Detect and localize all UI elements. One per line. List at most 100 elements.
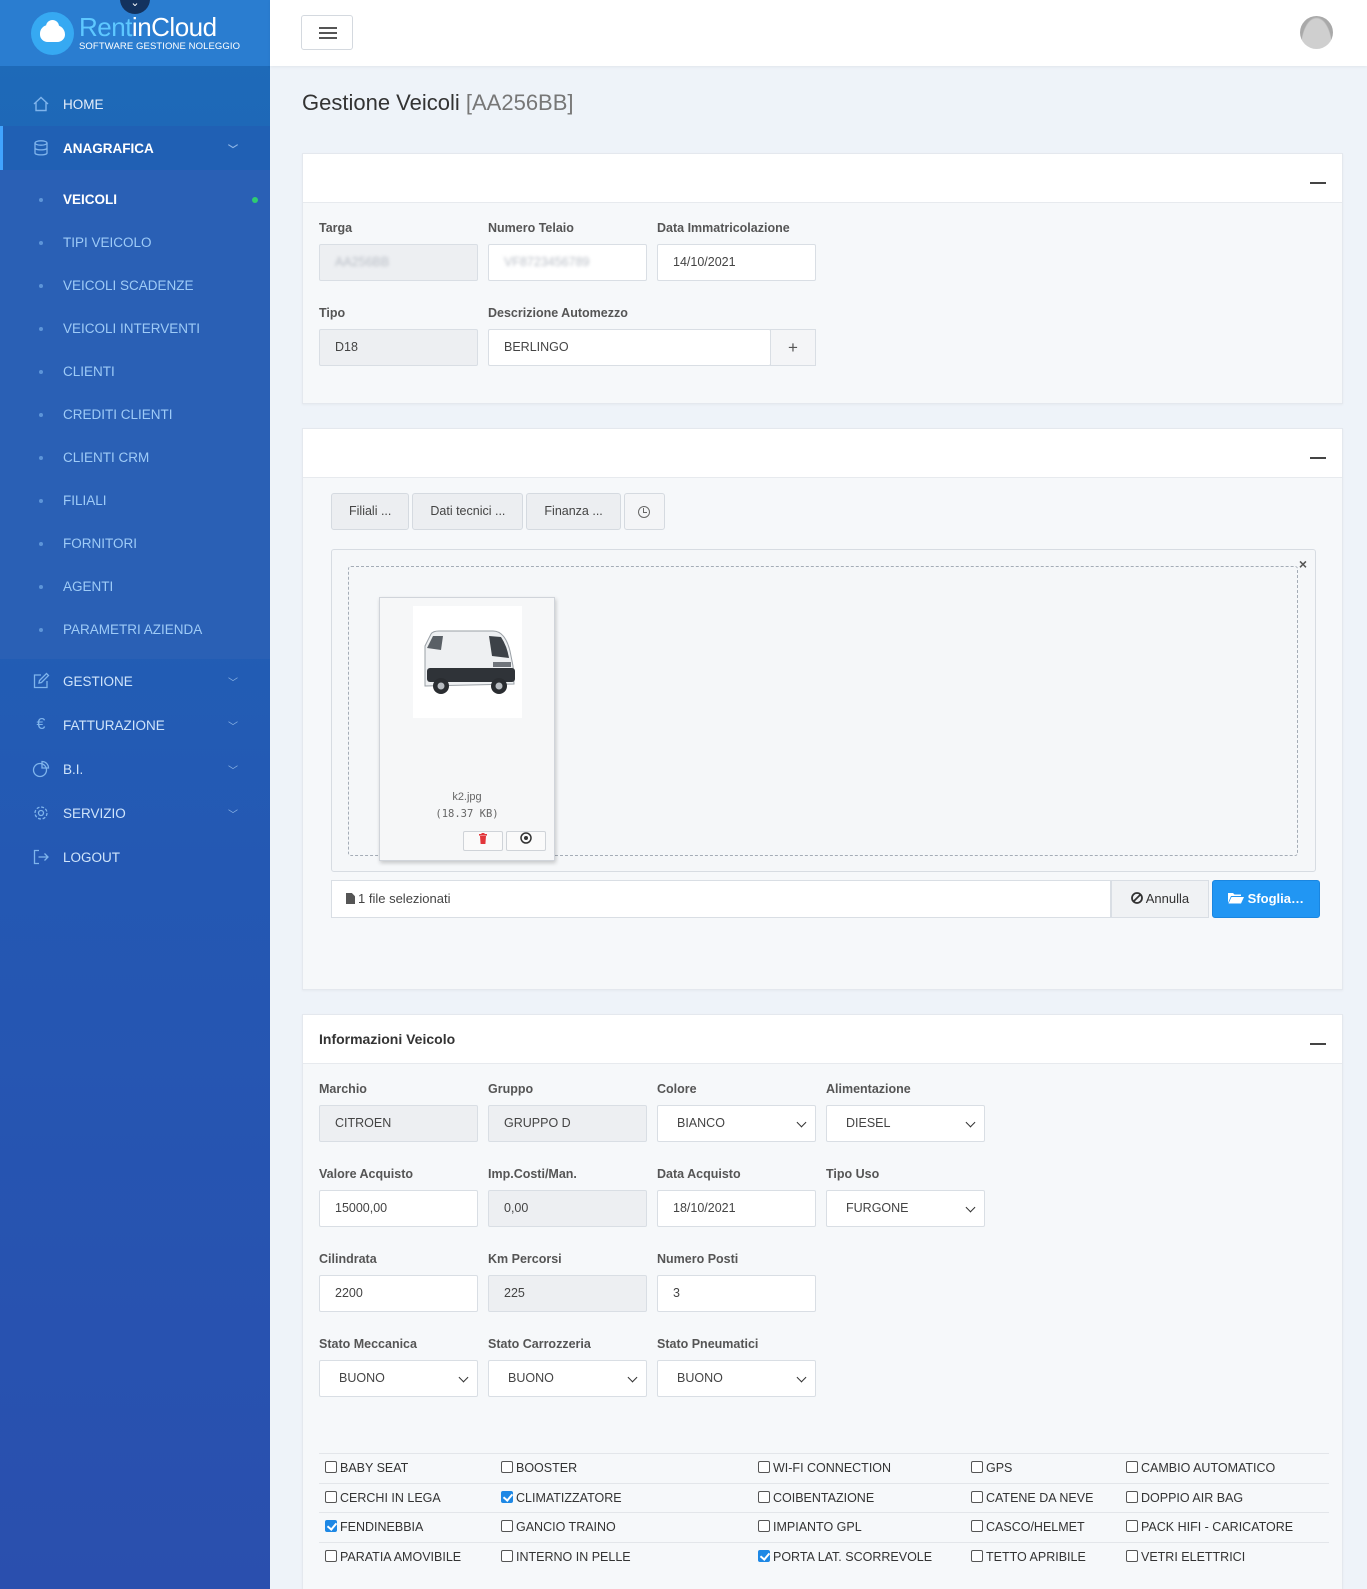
file-caption[interactable]: 1 file selezionati [331, 880, 1111, 918]
sidebar-item-fornitori[interactable]: FORNITORI [0, 522, 270, 565]
history-button[interactable] [623, 493, 665, 530]
upload-zone[interactable]: × k2.jpg (18.37 KB) [331, 549, 1316, 872]
option-checkbox[interactable] [1126, 1490, 1138, 1503]
sidebar-item-clienti[interactable]: CLIENTI [0, 350, 270, 393]
option-checkbox[interactable] [758, 1520, 770, 1533]
option-cell[interactable]: PACK HIFI - CARICATORE [1120, 1512, 1329, 1542]
imp-costi-field[interactable]: 0,00 [488, 1190, 647, 1227]
option-checkbox[interactable] [971, 1490, 983, 1503]
option-cell[interactable]: BOOSTER [495, 1453, 752, 1483]
option-cell[interactable]: INTERNO IN PELLE [495, 1541, 752, 1572]
sidebar-item-veicoli-interventi[interactable]: VEICOLI INTERVENTI [0, 307, 270, 350]
option-cell[interactable]: CASCO/HELMET [965, 1512, 1120, 1542]
option-checkbox[interactable] [501, 1550, 513, 1562]
user-avatar[interactable] [1300, 16, 1333, 49]
colore-select[interactable]: BIANCO [657, 1105, 816, 1142]
option-cell[interactable]: CAMBIO AUTOMATICO [1120, 1453, 1329, 1483]
option-cell[interactable]: PARATIA AMOVIBILE [319, 1541, 495, 1572]
option-checkbox[interactable] [971, 1461, 983, 1474]
sidebar-item-home[interactable]: HOME [0, 82, 270, 126]
option-checkbox[interactable] [325, 1490, 337, 1503]
browse-button[interactable]: Sfoglia… [1212, 880, 1320, 918]
option-cell[interactable]: COIBENTAZIONE [752, 1482, 965, 1513]
option-checkbox[interactable] [501, 1520, 513, 1533]
collapse-icon[interactable] [1310, 1043, 1326, 1045]
option-cell[interactable]: TETTO APRIBILE [965, 1541, 1120, 1572]
option-checkbox[interactable] [971, 1550, 983, 1562]
option-checkbox[interactable] [1126, 1461, 1138, 1474]
stato-carrozzeria-select[interactable]: BUONO [488, 1360, 647, 1397]
option-checkbox[interactable] [501, 1461, 513, 1474]
sidebar-item-tipi-veicolo[interactable]: TIPI VEICOLO [0, 221, 270, 264]
sidebar-item-fatturazione[interactable]: € FATTURAZIONE ﹀ [0, 703, 270, 747]
telaio-field[interactable]: VF8723456789 [488, 244, 647, 281]
tab-dati-tecnici[interactable]: Dati tecnici ... [412, 493, 524, 530]
option-checkbox[interactable] [758, 1461, 770, 1474]
stato-pneumatici-select[interactable]: BUONO [657, 1360, 816, 1397]
option-cell[interactable]: IMPIANTO GPL [752, 1512, 965, 1542]
sidebar-item-gestione[interactable]: GESTIONE ﹀ [0, 659, 270, 703]
numero-posti-field[interactable]: 3 [657, 1275, 816, 1312]
sidebar-item-crediti-clienti[interactable]: CREDITI CLIENTI [0, 393, 270, 436]
option-checkbox[interactable] [325, 1550, 337, 1562]
brand-name: RentinCloud [79, 12, 217, 43]
tipo-uso-select[interactable]: FURGONE [826, 1190, 985, 1227]
option-cell[interactable]: DOPPIO AIR BAG [1120, 1482, 1329, 1513]
sidebar-item-veicoli[interactable]: VEICOLI [0, 178, 270, 221]
option-cell[interactable]: WI-FI CONNECTION [752, 1453, 965, 1483]
gruppo-field[interactable]: GRUPPO D [488, 1105, 647, 1142]
option-checkbox[interactable] [758, 1490, 770, 1503]
option-checkbox[interactable] [325, 1520, 337, 1533]
option-cell[interactable]: CATENE DA NEVE [965, 1482, 1120, 1513]
brand-logo[interactable]: ⌄ RentinCloud SOFTWARE GESTIONE NOLEGGIO [0, 0, 270, 66]
view-file-button[interactable] [506, 831, 546, 851]
alimentazione-select[interactable]: DIESEL [826, 1105, 985, 1142]
sidebar-item-servizio[interactable]: SERVIZIO ﹀ [0, 791, 270, 835]
collapse-icon[interactable] [1310, 457, 1326, 459]
delete-file-button[interactable] [463, 831, 503, 851]
vehicle-id-panel: Targa AA256BB Numero Telaio VF8723456789… [302, 153, 1343, 404]
option-cell[interactable]: PORTA LAT. SCORREVOLE [752, 1541, 965, 1572]
cancel-button[interactable]: Annulla [1111, 880, 1209, 918]
add-button[interactable]: + [770, 329, 816, 366]
cloud-logo-icon [31, 11, 74, 55]
descrizione-field[interactable]: BERLINGO [488, 329, 771, 366]
km-percorsi-field[interactable]: 225 [488, 1275, 647, 1312]
sidebar-item-anagrafica[interactable]: ANAGRAFICA ﹀ [0, 126, 270, 170]
data-immatricolazione-field[interactable]: 14/10/2021 [657, 244, 816, 281]
option-checkbox[interactable] [971, 1520, 983, 1533]
stato-meccanica-select[interactable]: BUONO [319, 1360, 478, 1397]
menu-toggle-button[interactable] [301, 15, 353, 50]
option-checkbox[interactable] [1126, 1550, 1138, 1562]
sidebar-item-bi[interactable]: B.I. ﹀ [0, 747, 270, 791]
tipo-field[interactable]: D18 [319, 329, 478, 366]
valore-acquisto-field[interactable]: 15000,00 [319, 1190, 478, 1227]
sidebar-item-logout[interactable]: LOGOUT [0, 835, 270, 879]
option-checkbox[interactable] [758, 1550, 770, 1562]
option-cell[interactable]: CLIMATIZZATORE [495, 1482, 752, 1513]
tab-filiali[interactable]: Filiali ... [331, 493, 410, 530]
sidebar-item-parametri-azienda[interactable]: PARAMETRI AZIENDA [0, 608, 270, 651]
option-cell[interactable]: CERCHI IN LEGA [319, 1482, 495, 1513]
option-checkbox[interactable] [1126, 1520, 1138, 1533]
sidebar-item-filiali[interactable]: FILIALI [0, 479, 270, 522]
targa-field[interactable]: AA256BB [319, 244, 478, 281]
option-checkbox[interactable] [501, 1490, 513, 1503]
drop-area[interactable]: k2.jpg (18.37 KB) [348, 566, 1298, 861]
sidebar-item-veicoli-scadenze[interactable]: VEICOLI SCADENZE [0, 264, 270, 307]
option-cell[interactable]: GANCIO TRAINO [495, 1512, 752, 1542]
sidebar-item-clienti-crm[interactable]: CLIENTI CRM [0, 436, 270, 479]
data-acquisto-field[interactable]: 18/10/2021 [657, 1190, 816, 1227]
cilindrata-field[interactable]: 2200 [319, 1275, 478, 1312]
option-cell[interactable]: VETRI ELETTRICI [1120, 1541, 1329, 1572]
option-checkbox[interactable] [325, 1461, 337, 1474]
sidebar-item-agenti[interactable]: AGENTI [0, 565, 270, 608]
collapse-icon[interactable] [1310, 182, 1326, 184]
tab-finanza[interactable]: Finanza ... [526, 493, 621, 530]
option-cell[interactable]: FENDINEBBIA [319, 1512, 495, 1542]
telaio-label: Numero Telaio [488, 221, 574, 235]
option-cell[interactable]: BABY SEAT [319, 1453, 495, 1483]
close-icon[interactable]: × [1299, 556, 1307, 572]
option-cell[interactable]: GPS [965, 1453, 1120, 1483]
marchio-field[interactable]: CITROEN [319, 1105, 478, 1142]
